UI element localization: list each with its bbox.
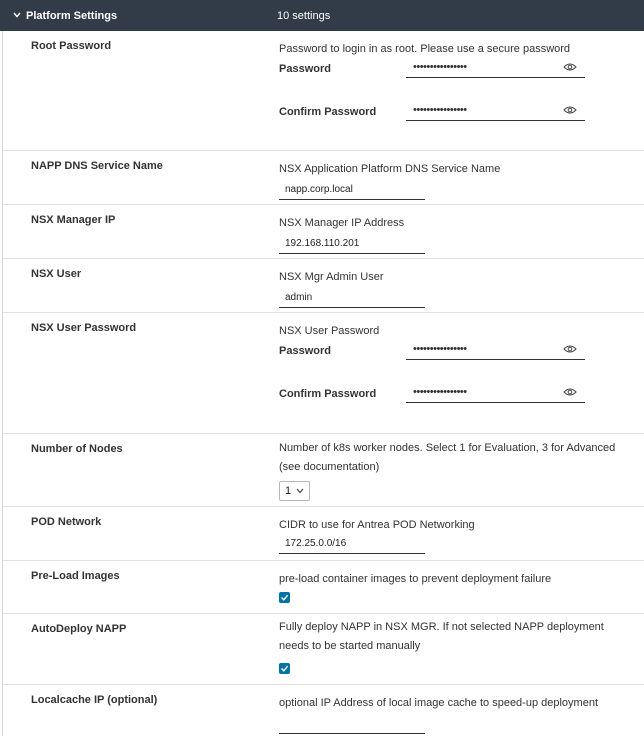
setting-label: Number of Nodes <box>31 443 123 455</box>
checkmark-icon <box>281 665 289 672</box>
password-label: Password <box>279 63 331 75</box>
preload-images-checkbox[interactable] <box>279 592 290 603</box>
setting-row-napp-dns: NAPP DNS Service Name NSX Application Pl… <box>3 151 644 205</box>
localcache-ip-input[interactable] <box>279 715 425 734</box>
root-password-field[interactable]: •••••••••••••••• <box>406 61 585 78</box>
setting-row-root-password: Root Password Password to login in as ro… <box>3 31 644 151</box>
setting-label: NSX Manager IP <box>31 214 116 226</box>
setting-row-autodeploy-napp: AutoDeploy NAPP Fully deploy NAPP in NSX… <box>3 614 644 685</box>
setting-description: NSX User Password <box>279 325 380 337</box>
setting-row-pod-network: POD Network CIDR to use for Antrea POD N… <box>3 507 644 561</box>
setting-description: Password to login in as root. Please use… <box>279 43 571 55</box>
password-value: •••••••••••••••• <box>413 343 467 355</box>
setting-description: NSX Mgr Admin User <box>279 271 384 283</box>
password-value: •••••••••••••••• <box>413 61 467 73</box>
confirm-password-label: Confirm Password <box>279 106 377 118</box>
setting-row-nsx-manager-ip: NSX Manager IP NSX Manager IP Address 19… <box>3 205 644 259</box>
chevron-down-icon <box>296 488 304 494</box>
setting-label: Root Password <box>31 40 112 52</box>
setting-description: Fully deploy NAPP in NSX MGR. If not sel… <box>279 621 604 652</box>
confirm-password-value: •••••••••••••••• <box>413 386 467 398</box>
setting-description: pre-load container images to prevent dep… <box>279 573 552 585</box>
checkmark-icon <box>281 594 289 601</box>
settings-count: 10 settings <box>277 10 331 22</box>
chevron-down-icon[interactable] <box>12 10 22 20</box>
nsx-confirm-password-field[interactable]: •••••••••••••••• <box>406 386 585 403</box>
setting-label: NSX User <box>31 268 82 280</box>
eye-icon[interactable] <box>563 62 577 72</box>
setting-label: Localcache IP (optional) <box>31 694 158 706</box>
setting-label: Pre-Load Images <box>31 570 120 582</box>
setting-row-nsx-user: NSX User NSX Mgr Admin User admin <box>3 259 644 313</box>
napp-dns-input[interactable]: napp.corp.local <box>279 181 425 200</box>
input-value: 192.168.110.201 <box>285 238 360 249</box>
input-value: admin <box>285 292 313 303</box>
setting-row-number-of-nodes: Number of Nodes Number of k8s worker nod… <box>3 434 644 507</box>
setting-label: NAPP DNS Service Name <box>31 160 163 172</box>
setting-description: CIDR to use for Antrea POD Networking <box>279 519 475 531</box>
setting-row-nsx-user-password: NSX User Password NSX User Password Pass… <box>3 313 644 434</box>
root-confirm-password-field[interactable]: •••••••••••••••• <box>406 104 585 121</box>
setting-label: POD Network <box>31 516 102 528</box>
setting-description: optional IP Address of local image cache… <box>279 697 598 709</box>
setting-description: NSX Application Platform DNS Service Nam… <box>279 163 501 175</box>
setting-label: NSX User Password <box>31 322 137 334</box>
setting-description: NSX Manager IP Address <box>279 217 405 229</box>
setting-description: Number of k8s worker nodes. Select 1 for… <box>279 442 616 473</box>
platform-settings-header[interactable]: Platform Settings 10 settings <box>0 0 644 31</box>
confirm-password-value: •••••••••••••••• <box>413 104 467 116</box>
nsx-manager-ip-input[interactable]: 192.168.110.201 <box>279 235 425 254</box>
eye-icon[interactable] <box>563 105 577 115</box>
setting-label: AutoDeploy NAPP <box>31 623 127 635</box>
number-of-nodes-select[interactable]: 1 <box>279 481 310 501</box>
section-title: Platform Settings <box>26 10 118 22</box>
input-value: 172.25.0.0/16 <box>285 538 347 549</box>
eye-icon[interactable] <box>563 344 577 354</box>
pod-network-input[interactable]: 172.25.0.0/16 <box>279 535 425 554</box>
setting-row-preload-images: Pre-Load Images pre-load container image… <box>3 561 644 614</box>
setting-row-localcache-ip: Localcache IP (optional) optional IP Add… <box>3 685 644 736</box>
autodeploy-napp-checkbox[interactable] <box>279 663 290 674</box>
password-label: Password <box>279 345 331 357</box>
select-value: 1 <box>285 485 292 497</box>
input-value: napp.corp.local <box>285 184 353 195</box>
nsx-user-input[interactable]: admin <box>279 289 425 308</box>
eye-icon[interactable] <box>563 387 577 397</box>
confirm-password-label: Confirm Password <box>279 388 377 400</box>
nsx-password-field[interactable]: •••••••••••••••• <box>406 343 585 360</box>
